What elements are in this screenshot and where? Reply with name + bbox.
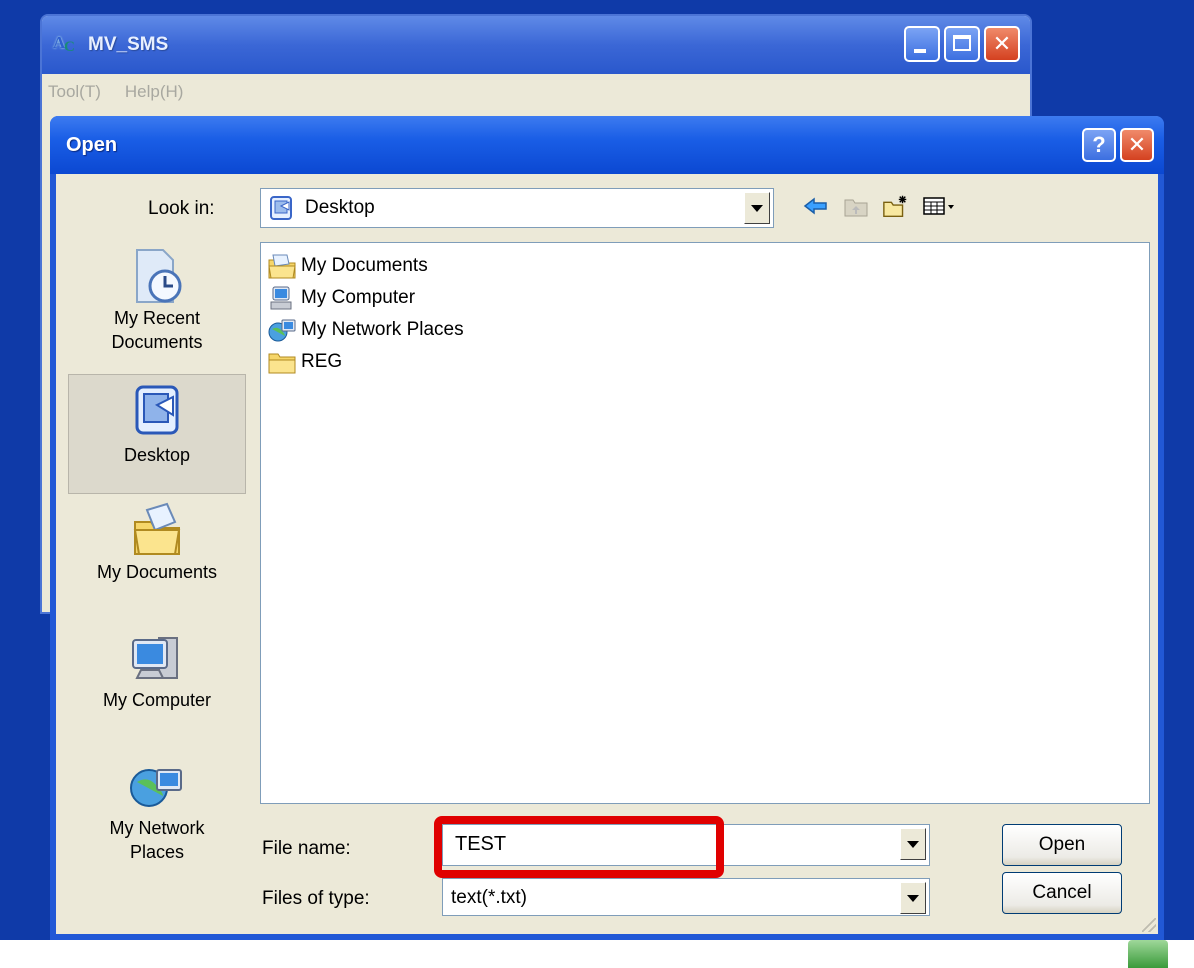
- my-computer-icon: [127, 628, 187, 688]
- my-documents-icon: [127, 500, 187, 560]
- app-logo-icon: AC: [53, 33, 75, 55]
- chevron-down-icon[interactable]: [900, 882, 926, 914]
- places-bar: My Recent Documents Desktop My Documents…: [68, 240, 246, 920]
- open-dialog: Open ? ✕ Look in: Desktop My Recent Docu…: [50, 116, 1164, 940]
- dialog-window-controls: ? ✕: [1082, 128, 1154, 162]
- background-app-titlebar[interactable]: AC MV_SMS ✕: [42, 16, 1030, 74]
- dialog-titlebar[interactable]: Open ? ✕: [50, 116, 1164, 174]
- background-window-controls: ✕: [904, 26, 1020, 62]
- list-item[interactable]: My Network Places: [267, 315, 464, 345]
- menu-help[interactable]: Help(H): [125, 82, 184, 102]
- dialog-title: Open: [66, 133, 118, 156]
- place-label: Desktop: [123, 445, 191, 465]
- background-app-title: MV_SMS: [88, 34, 169, 55]
- my-computer-icon: [267, 284, 297, 312]
- resize-grip[interactable]: [1142, 918, 1156, 932]
- place-my-computer[interactable]: My Computer: [68, 628, 246, 748]
- menu-tool[interactable]: Tool(T): [48, 82, 101, 102]
- help-icon: ?: [1092, 132, 1106, 157]
- place-network-places[interactable]: My Network Places: [68, 756, 246, 876]
- place-label: My Documents: [96, 562, 218, 582]
- cancel-button[interactable]: Cancel: [1002, 872, 1122, 914]
- up-folder-icon[interactable]: [842, 192, 870, 220]
- chevron-down-icon[interactable]: [744, 192, 770, 224]
- place-label: My Network: [109, 818, 205, 838]
- close-icon: ✕: [1127, 132, 1147, 158]
- folder-icon: [267, 348, 297, 376]
- tray-icon: [1128, 940, 1168, 968]
- background-app-menubar: Tool(T) Help(H): [42, 74, 1030, 110]
- list-item-label: My Computer: [301, 287, 416, 308]
- file-type-dropdown[interactable]: text(*.txt): [442, 878, 930, 916]
- file-list[interactable]: My Documents My Computer My Network Plac…: [260, 242, 1150, 804]
- look-in-label: Look in:: [148, 198, 215, 219]
- recent-documents-icon: [127, 246, 187, 306]
- network-places-icon: [127, 756, 187, 816]
- place-recent-documents[interactable]: My Recent Documents: [68, 246, 246, 366]
- place-label: My Recent: [113, 308, 201, 328]
- desktop-bottom-strip: [0, 940, 1194, 968]
- list-item[interactable]: My Documents: [267, 251, 428, 281]
- place-label: My Computer: [102, 690, 212, 710]
- look-in-value: Desktop: [305, 197, 375, 218]
- dialog-toolbar: [802, 192, 958, 220]
- place-desktop[interactable]: Desktop: [68, 374, 246, 494]
- views-menu-icon[interactable]: [922, 192, 958, 220]
- file-name-label: File name:: [262, 838, 351, 859]
- minimize-icon: [914, 49, 926, 53]
- my-documents-icon: [267, 252, 297, 280]
- close-icon: ✕: [992, 31, 1012, 57]
- desktop-icon: [270, 196, 292, 220]
- chevron-down-icon[interactable]: [900, 828, 926, 860]
- dialog-close-button[interactable]: ✕: [1120, 128, 1154, 162]
- file-type-label: Files of type:: [262, 888, 370, 909]
- file-name-value: TEST: [455, 833, 507, 855]
- maximize-button[interactable]: [944, 26, 980, 62]
- place-label: Documents: [111, 332, 203, 352]
- file-name-input[interactable]: TEST: [442, 824, 930, 866]
- file-type-value: text(*.txt): [451, 887, 528, 908]
- help-button[interactable]: ?: [1082, 128, 1116, 162]
- maximize-icon: [953, 35, 971, 51]
- network-places-icon: [267, 316, 297, 344]
- desktop-icon: [127, 383, 187, 443]
- list-item-label: My Documents: [301, 255, 428, 276]
- open-button[interactable]: Open: [1002, 824, 1122, 866]
- list-item[interactable]: My Computer: [267, 283, 415, 313]
- place-my-documents[interactable]: My Documents: [68, 500, 246, 620]
- list-item-label: My Network Places: [301, 319, 464, 340]
- back-arrow-icon[interactable]: [802, 192, 830, 220]
- close-button[interactable]: ✕: [984, 26, 1020, 62]
- place-label: Places: [129, 842, 185, 862]
- list-item-label: REG: [301, 351, 343, 372]
- look-in-dropdown[interactable]: Desktop: [260, 188, 774, 228]
- minimize-button[interactable]: [904, 26, 940, 62]
- new-folder-icon[interactable]: [882, 192, 910, 220]
- list-item[interactable]: REG: [267, 347, 342, 377]
